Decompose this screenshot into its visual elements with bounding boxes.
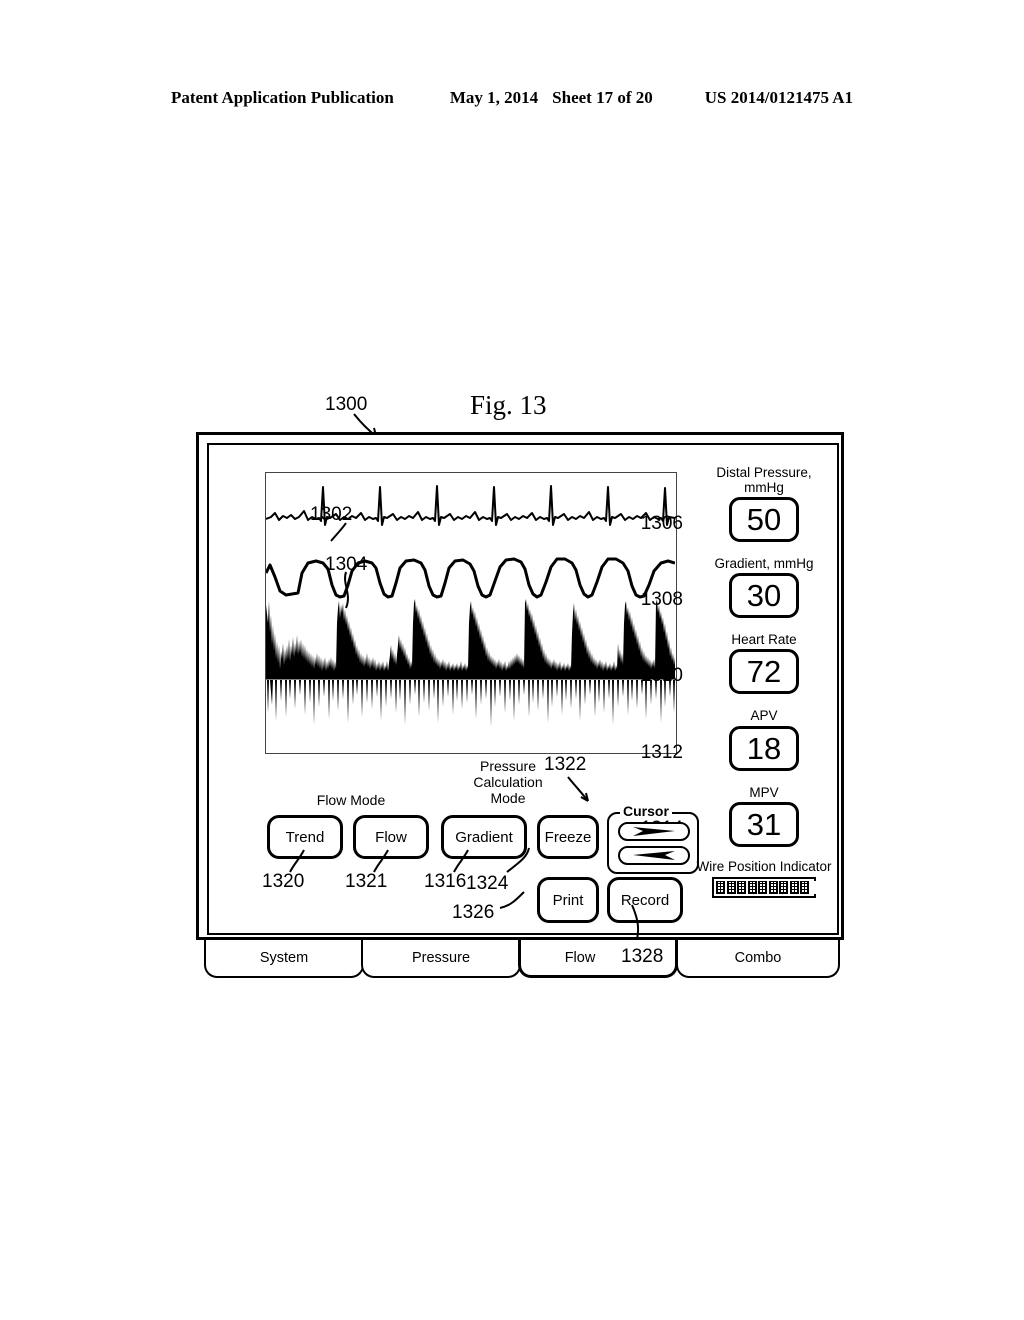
leader-line-1316 [453,849,469,873]
readout-value-box: 50 [729,497,799,543]
wire-position-segment-empty [810,880,820,894]
wire-position-indicator: Wire Position Indicator [689,859,839,898]
wire-position-segment [758,880,767,894]
leader-line-1302 [330,522,347,542]
readout-value-box: 31 [729,801,799,847]
readout-panel: Distal Pressure, mmHg 1306 50 Gradient, … [641,465,839,898]
wire-position-segment [726,880,736,894]
reference-numeral-1316: 1316 [424,871,467,892]
readout-value: 31 [746,806,782,842]
tab-system[interactable]: System [204,940,364,978]
publication-date: May 1, 2014 [449,88,539,107]
reference-numeral-1308: 1308 [640,589,683,611]
readout-distal-pressure: Distal Pressure, mmHg 1306 50 [641,465,839,543]
button-label: Print [552,891,584,909]
button-label: Gradient [455,828,513,846]
readout-value: 30 [746,578,782,614]
wire-position-segment [768,880,778,894]
button-label: Trend [285,828,325,846]
readout-value-box: 72 [729,649,799,695]
cursor-forward-button[interactable] [618,822,690,841]
control-panel: Flow Mode Pressure Calculation Mode Tren… [209,758,699,935]
readout-value-box: 30 [729,573,799,619]
leader-line-1321 [373,849,389,873]
doppler-forward-spectrum [266,599,675,678]
wire-position-segment [716,880,725,894]
readout-gradient: Gradient, mmHg 1308 30 [641,556,839,619]
leader-line-1324 [506,847,530,873]
wire-position-indicator-label: Wire Position Indicator [696,858,832,874]
patent-header: Patent Application Publication May 1, 20… [0,88,1024,108]
button-label: Freeze [544,828,592,846]
button-label: Flow [375,828,407,846]
reference-numeral-1306: 1306 [640,513,683,535]
freeze-button[interactable]: Freeze [537,815,599,859]
tab-label: System [259,950,309,966]
sheet-number: Sheet 17 of 20 [552,88,653,107]
readout-value-box: 18 [729,725,799,771]
readout-label: MPV [749,784,779,800]
tab-bar: System Pressure Flow Combo [204,940,840,978]
tab-label: Pressure [411,950,471,966]
readout-label: Heart Rate [731,632,797,648]
readout-apv: APV 1312 18 [641,708,839,771]
leader-line-1304 [344,571,349,609]
cursor-group-label: Cursor [620,804,672,818]
leader-line-1326 [499,891,525,909]
reference-numeral-1312: 1312 [640,741,683,763]
readout-value: 18 [746,730,782,766]
reference-numeral-1321: 1321 [345,871,388,892]
patent-number: US 2014/0121475 A1 [704,88,854,107]
readout-value: 72 [746,654,782,690]
reference-numeral-1326: 1326 [452,902,495,923]
leader-line-1320 [289,849,305,873]
wire-position-segment [737,880,746,894]
cursor-control-group: Cursor [607,804,699,874]
readout-heart-rate: Heart Rate 1310 72 [641,632,839,695]
reference-numeral-1328: 1328 [621,946,664,967]
figure-title: Fig. 13 [470,390,547,420]
reference-numeral-1322: 1322 [544,754,587,775]
reference-numeral-1320: 1320 [262,871,305,892]
readout-label: Distal Pressure, mmHg [716,465,812,496]
print-button[interactable]: Print [537,877,599,923]
doppler-reverse-spectrum [266,680,675,727]
wire-position-segment [800,880,809,894]
publication-label: Patent Application Publication [170,88,394,107]
wire-position-segment [747,880,757,894]
readout-label: APV [750,708,778,724]
tab-combo[interactable]: Combo [676,940,840,978]
wire-position-segment-empty [821,880,830,894]
wire-position-segment [789,880,799,894]
wire-position-indicator-bar [712,876,830,898]
arrow-right-icon [633,827,675,836]
tab-pressure[interactable]: Pressure [361,940,521,978]
tab-label: Flow [564,949,596,966]
tab-label: Combo [734,950,782,966]
readout-mpv: MPV 1314 31 [641,784,839,847]
arrow-left-icon [633,851,675,860]
leader-line-1322 [567,776,589,802]
readout-label: Gradient, mmHg [714,556,814,572]
leader-line-1328 [631,904,640,944]
cursor-backward-button[interactable] [618,846,690,865]
flow-mode-group-label: Flow Mode [316,792,386,808]
reference-numeral-1310: 1310 [640,665,683,687]
readout-value: 50 [746,502,782,538]
wire-position-segment [779,880,788,894]
